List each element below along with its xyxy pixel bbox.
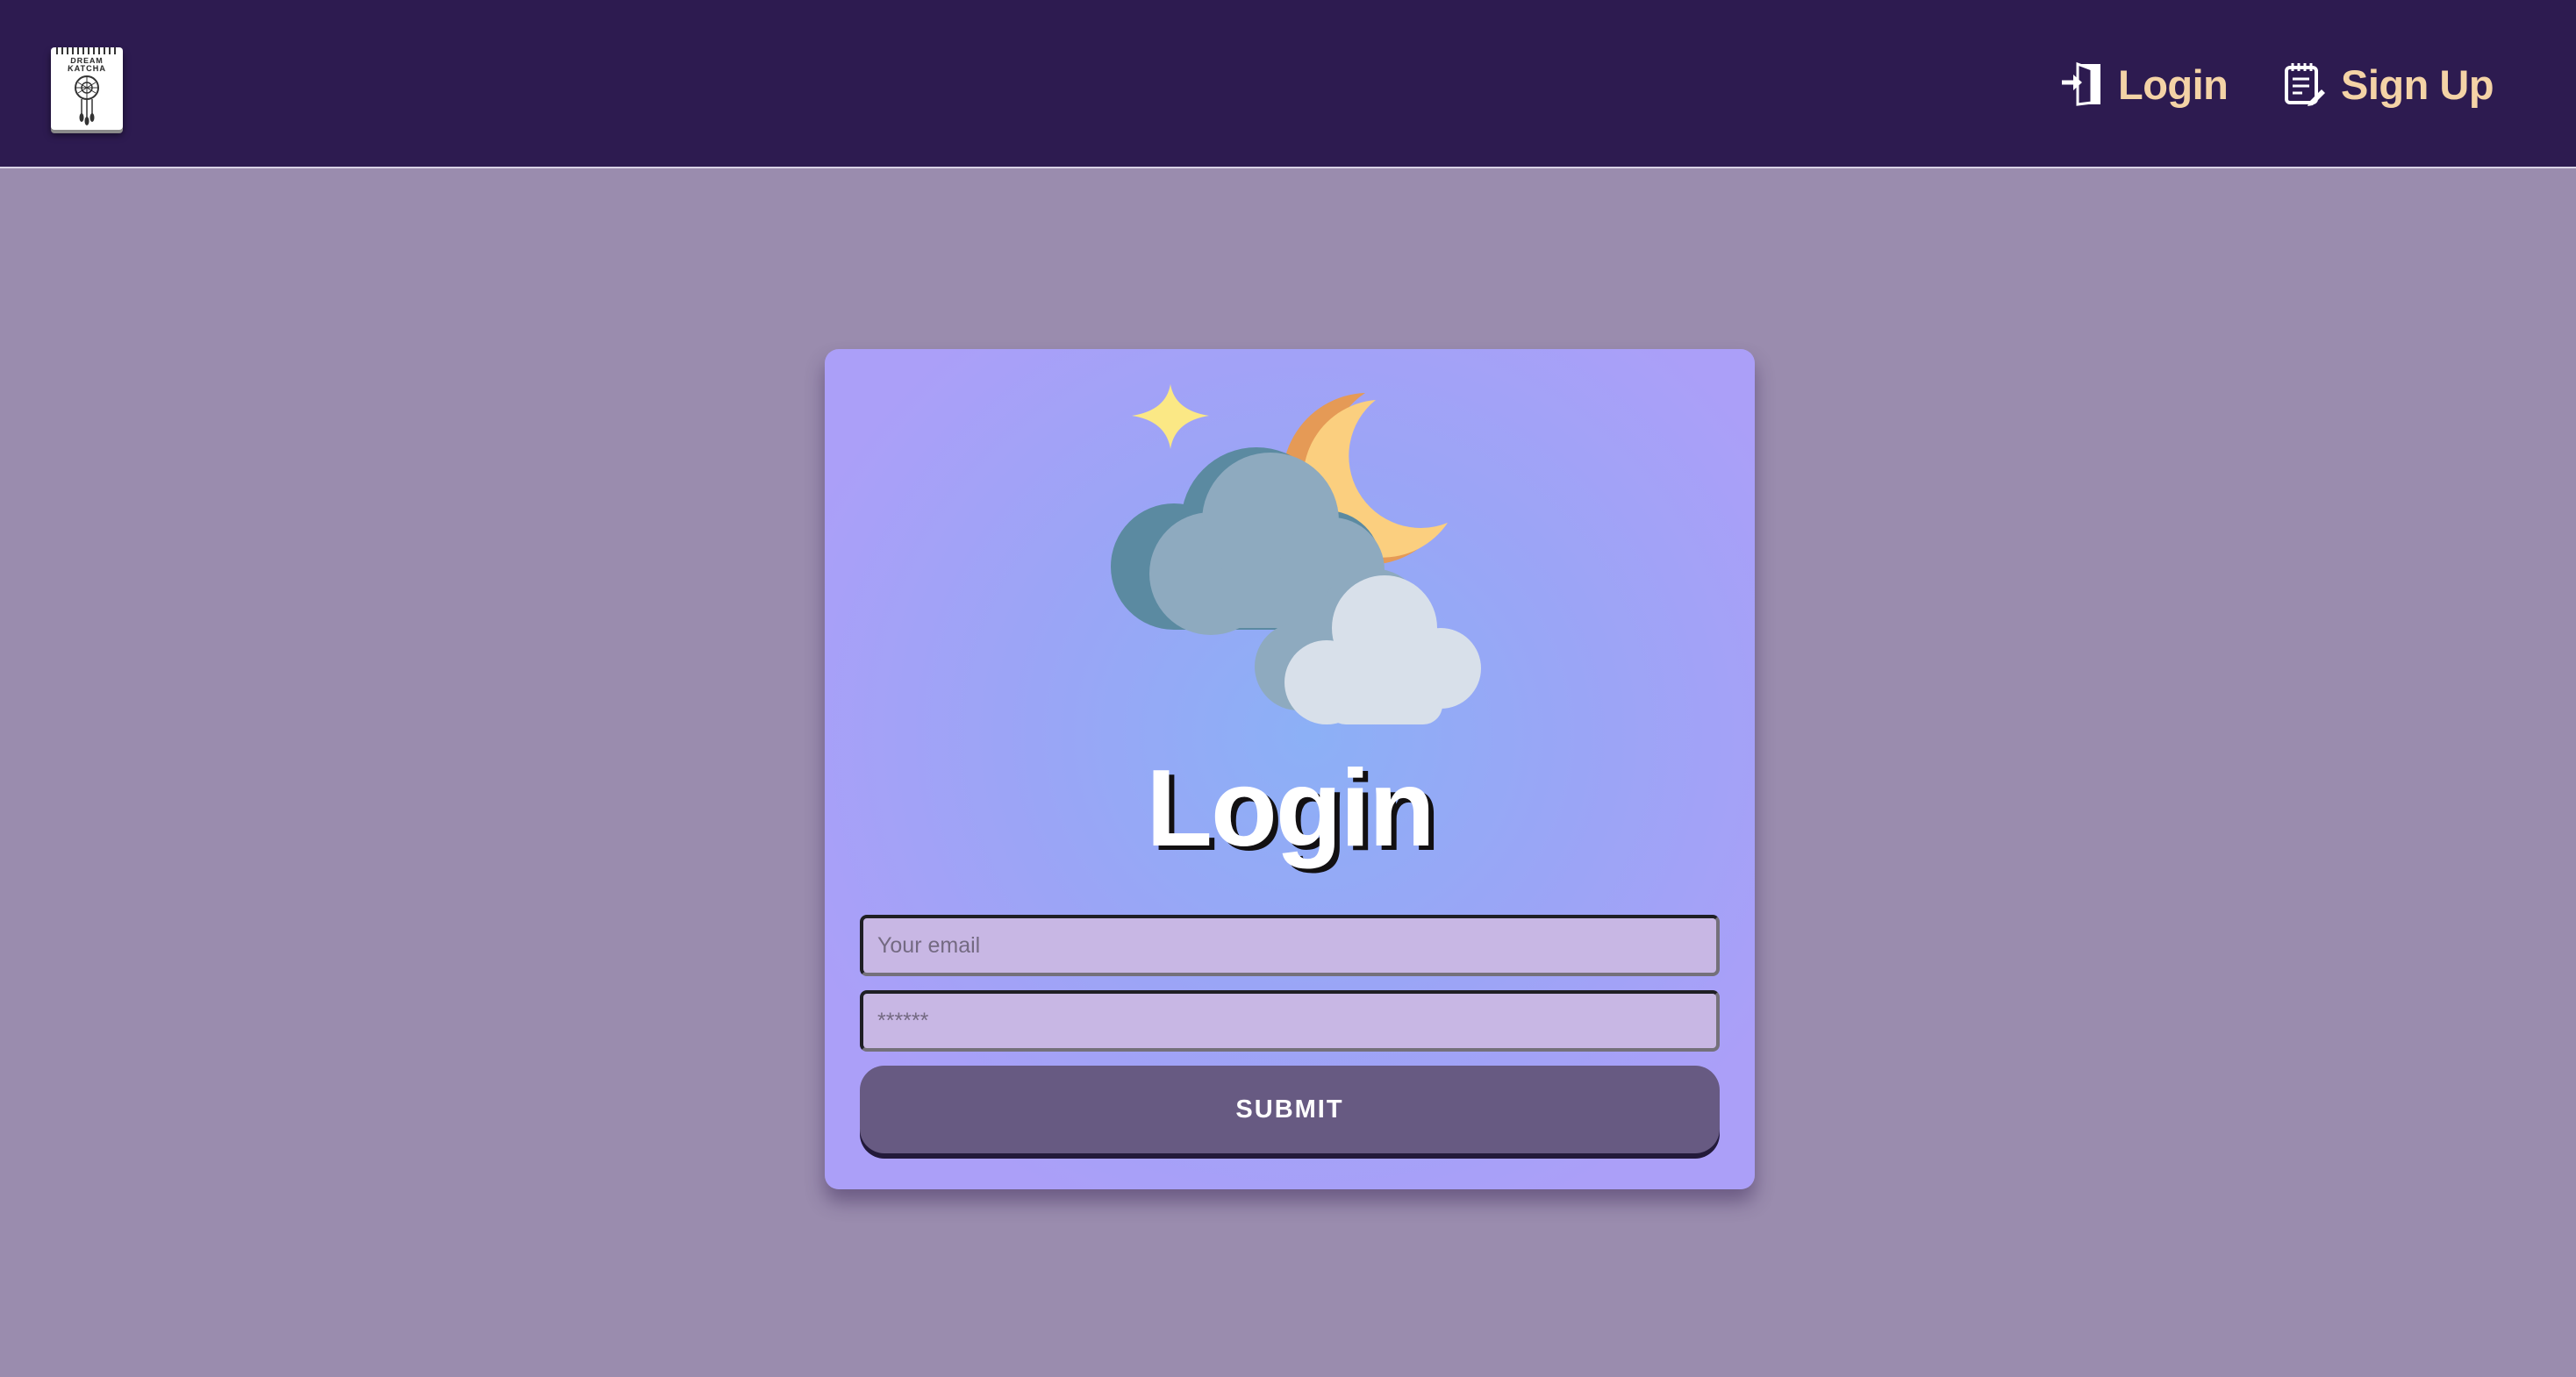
login-card: Login SUBMIT — [825, 349, 1755, 1189]
nav-login-link[interactable]: Login — [2060, 51, 2229, 118]
password-input[interactable] — [860, 990, 1720, 1052]
email-input[interactable] — [860, 915, 1720, 976]
notebook-rings — [56, 47, 118, 54]
star-icon — [1132, 384, 1209, 449]
dreamcatcher-icon — [75, 75, 99, 125]
nav-signup-link[interactable]: Sign Up — [2283, 51, 2494, 118]
login-door-icon — [2062, 61, 2100, 106]
submit-button[interactable]: SUBMIT — [860, 1066, 1720, 1153]
night-cloud-moon-star-icon — [1111, 384, 1481, 724]
nav-login-label: Login — [2118, 61, 2229, 108]
signup-notepad-icon — [2285, 63, 2325, 106]
dream-journal-logo[interactable]: DREAM KATCHA — [51, 47, 123, 130]
top-navbar: DREAM KATCHA Login Sign Up — [0, 0, 2576, 168]
login-title: Login — [1146, 748, 1435, 869]
nav-signup-label: Sign Up — [2341, 61, 2494, 108]
